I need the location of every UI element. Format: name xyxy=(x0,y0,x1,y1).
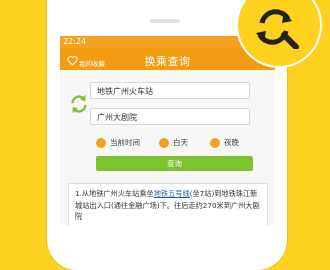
status-time: 22:24 xyxy=(63,37,87,46)
route-line-link[interactable]: 地铁五号线 xyxy=(154,189,190,198)
radio-label: 夜晚 xyxy=(224,138,239,147)
radio-dot xyxy=(96,137,106,148)
radio-dot xyxy=(159,137,169,148)
radio-night[interactable]: 夜晚 xyxy=(210,137,239,148)
search-logo-icon xyxy=(256,9,299,49)
route-result: 1.从地铁广州火车站乘坐地铁五号线(坐7站)到地铁珠江新城站出入口(通往金融广场… xyxy=(68,183,268,225)
destination-input[interactable]: 广州大剧院 xyxy=(90,108,250,125)
swap-icon[interactable] xyxy=(68,93,90,115)
radio-current-time[interactable]: 当前时间 xyxy=(96,137,140,148)
origin-input[interactable]: 地铁广州火车站 xyxy=(90,82,250,99)
radio-daytime[interactable]: 白天 xyxy=(159,137,188,148)
radio-label: 当前时间 xyxy=(110,138,140,147)
radio-label: 白天 xyxy=(173,138,188,147)
phone-speaker xyxy=(150,19,180,23)
page-title: 换乘查询 xyxy=(144,55,191,68)
header-bar: 我的收藏 换乘查询 xyxy=(60,48,275,70)
app-screen: 22:24 我的收藏 换乘查询 地铁广州火车站 广州大剧院 当前时间 白天 夜晚… xyxy=(60,36,275,225)
query-button[interactable]: 查询 xyxy=(96,156,253,171)
route-text-start: 1.从地铁广州火车站乘坐 xyxy=(75,189,154,198)
radio-dot xyxy=(210,137,220,148)
